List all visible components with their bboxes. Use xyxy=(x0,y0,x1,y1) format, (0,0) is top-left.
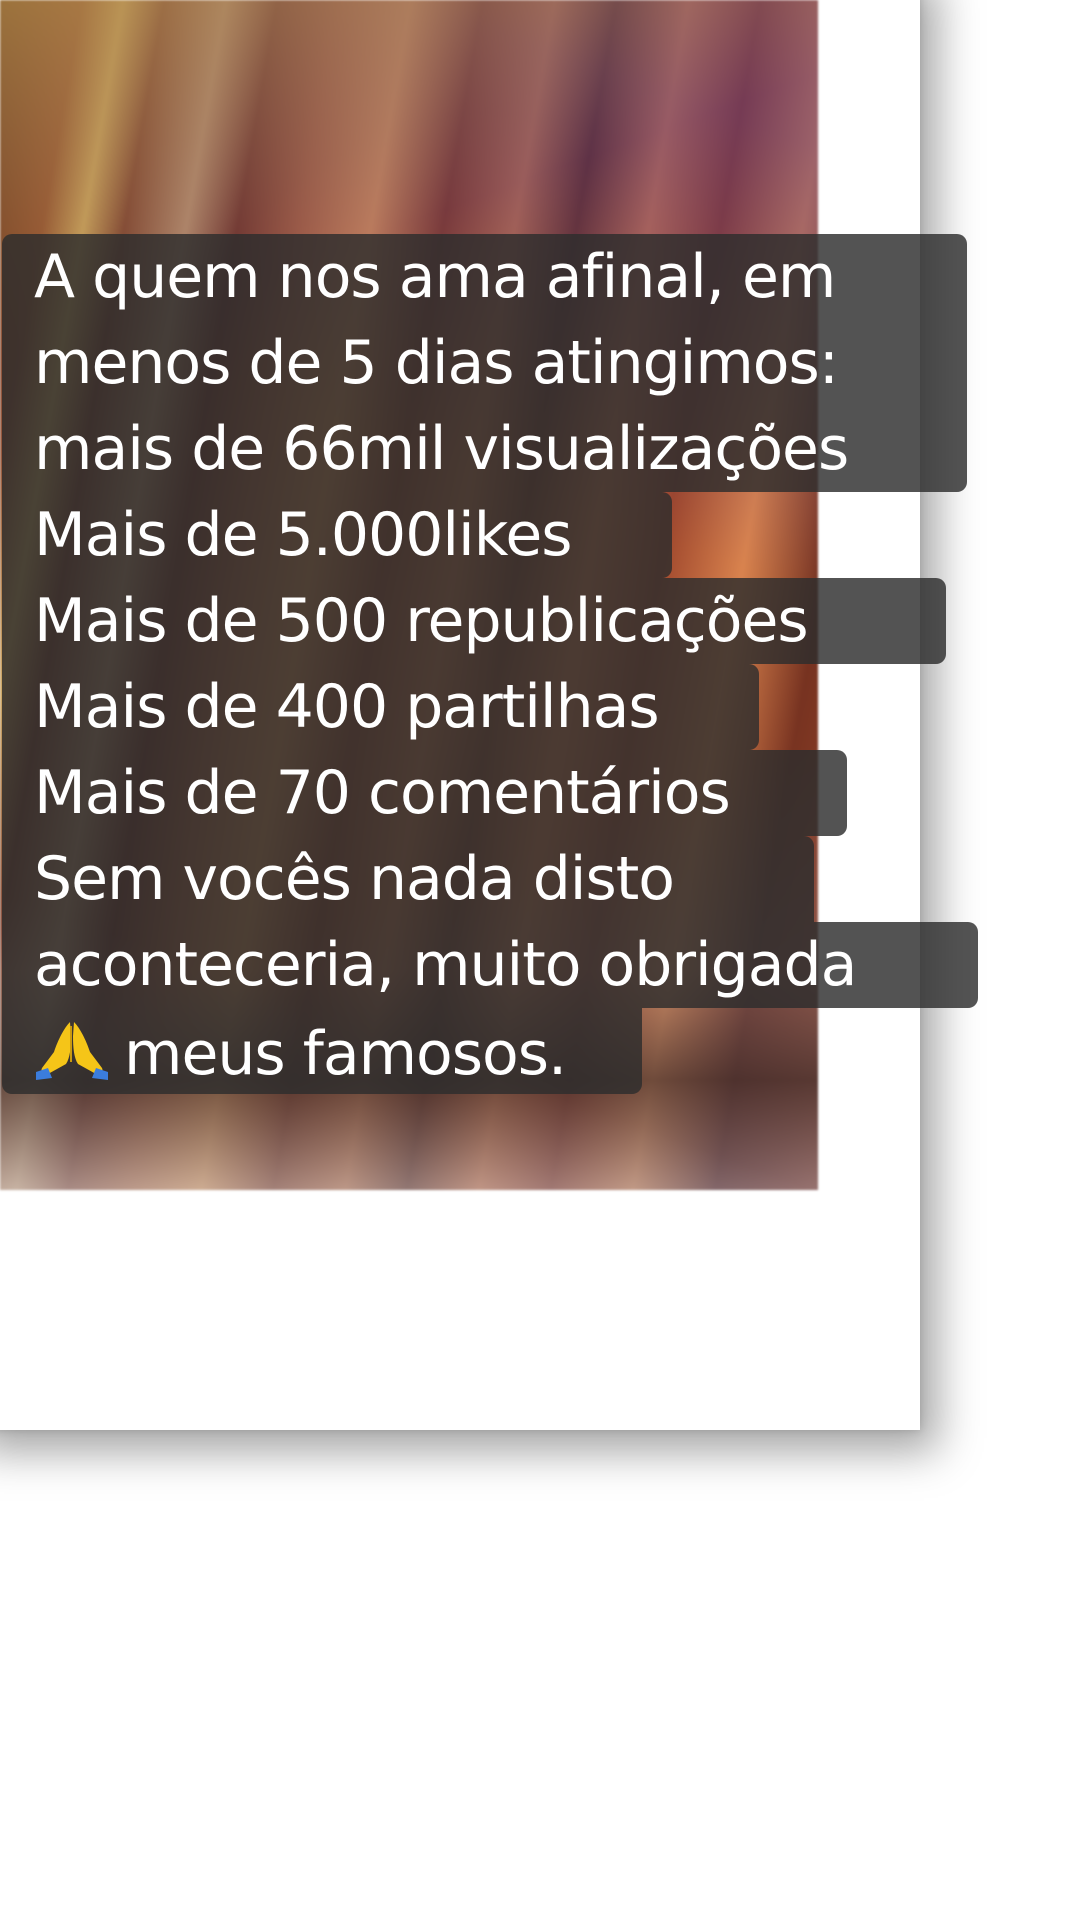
caption-line-5: Mais de 500 republicações xyxy=(2,578,1042,664)
praying-hands-icon xyxy=(36,1022,108,1080)
caption-line-6: Mais de 400 partilhas xyxy=(2,664,1042,750)
caption-line-text: mais de 66mil visualizações xyxy=(34,414,849,484)
caption-line-text: A quem nos ama afinal, em xyxy=(34,242,836,312)
caption-line-text: aconteceria, muito obrigada xyxy=(34,930,857,1000)
caption-line-text: Mais de 400 partilhas xyxy=(34,672,660,742)
caption-block: A quem nos ama afinal, em menos de 5 dia… xyxy=(2,234,1042,1094)
caption-line-9: aconteceria, muito obrigada xyxy=(2,922,1042,1008)
caption-line-text: menos de 5 dias atingimos: xyxy=(34,328,839,398)
caption-line-text: Mais de 500 republicações xyxy=(34,586,809,656)
caption-line-text: Mais de 70 comentários xyxy=(34,758,731,828)
caption-line-3: mais de 66mil visualizações xyxy=(2,406,1042,492)
caption-line-text: meus famosos. xyxy=(34,1018,567,1089)
caption-line-text: Sem vocês nada disto xyxy=(34,844,675,914)
caption-line-8: Sem vocês nada disto xyxy=(2,836,1042,922)
video-stage: A quem nos ama afinal, em menos de 5 dia… xyxy=(0,0,1080,1920)
caption-line-1: A quem nos ama afinal, em xyxy=(2,234,1042,320)
caption-line-4: Mais de 5.000likes xyxy=(2,492,1042,578)
caption-line-text: Mais de 5.000likes xyxy=(34,500,572,570)
caption-line-2: menos de 5 dias atingimos: xyxy=(2,320,1042,406)
caption-line-text-tail: meus famosos. xyxy=(124,1019,567,1089)
caption-line-7: Mais de 70 comentários xyxy=(2,750,1042,836)
caption-line-10: meus famosos. xyxy=(2,1008,1042,1094)
